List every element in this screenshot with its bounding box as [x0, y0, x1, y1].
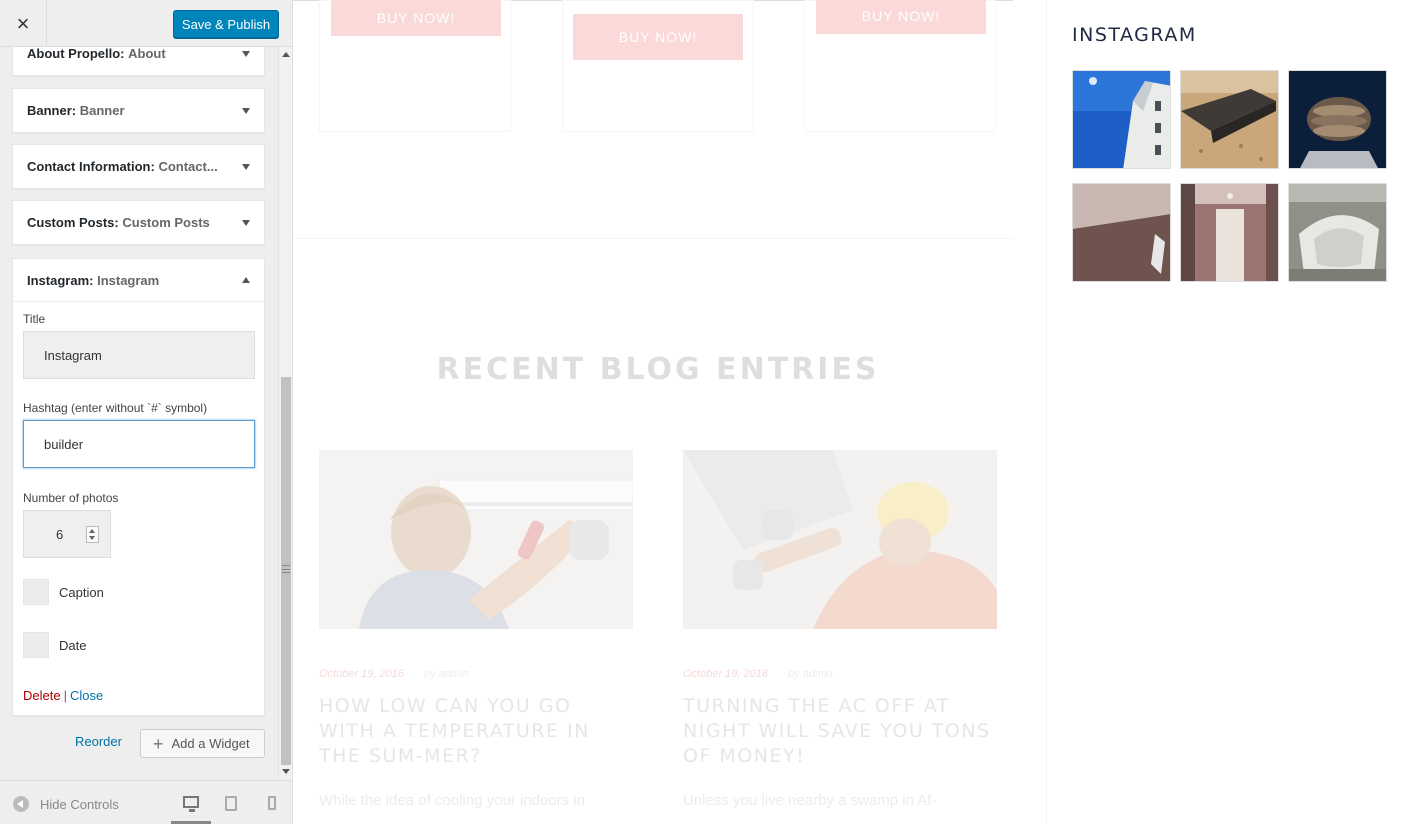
delete-widget-link[interactable]: Delete: [23, 688, 61, 703]
post-meta: October 19, 2016 by admin: [683, 668, 833, 680]
photo-count-label: Number of photos: [23, 491, 119, 505]
post-title[interactable]: TURNING THE AC OFF AT NIGHT WILL SAVE YO…: [683, 694, 997, 769]
widget-instagram: Instagram: Instagram Title Instagram Has…: [12, 258, 265, 716]
instagram-photo[interactable]: [1288, 70, 1387, 169]
widget-header[interactable]: Instagram: Instagram: [13, 259, 264, 302]
pricing-card: BUY NOW!: [562, 0, 754, 132]
close-icon: ×: [16, 10, 30, 36]
hashtag-field[interactable]: builder: [23, 420, 255, 468]
scroll-up-icon[interactable]: [282, 52, 290, 57]
widget-about-propello[interactable]: About Propello: About: [12, 47, 265, 76]
buy-now-button[interactable]: BUY NOW!: [573, 14, 743, 60]
close-widget-link[interactable]: Close: [70, 688, 103, 703]
post-excerpt: Unless you live nearby a swamp in Af-: [683, 792, 937, 809]
scroll-down-icon[interactable]: [282, 769, 290, 774]
caption-checkbox[interactable]: [23, 579, 49, 605]
chevron-down-icon[interactable]: [242, 219, 250, 226]
desktop-preview-icon[interactable]: [183, 796, 199, 812]
widget-header[interactable]: Contact Information: Contact...: [13, 145, 264, 188]
title-label: Title: [23, 312, 46, 326]
title-field[interactable]: Instagram: [23, 331, 255, 379]
stepper-up-icon[interactable]: [89, 529, 95, 533]
reorder-link[interactable]: Reorder: [75, 734, 122, 749]
buy-now-button[interactable]: BUY NOW!: [816, 0, 986, 34]
caption-label: Caption: [59, 585, 104, 600]
post-meta: October 19, 2016 by admin: [319, 668, 469, 680]
buy-now-button[interactable]: BUY NOW!: [331, 0, 501, 36]
plus-icon: +: [153, 733, 164, 754]
add-widget-label: Add a Widget: [171, 736, 250, 751]
widget-header[interactable]: About Propello: About: [13, 47, 264, 75]
post-author[interactable]: by admin: [788, 668, 833, 680]
mobile-preview-icon[interactable]: [268, 796, 276, 810]
widget-contact-information[interactable]: Contact Information: Contact...: [12, 144, 265, 189]
stepper-down-icon[interactable]: [89, 536, 95, 540]
site-preview: BUY NOW! BUY NOW! BUY NOW! RECENT BLOG E…: [293, 0, 1411, 824]
instagram-photo[interactable]: [1180, 183, 1279, 282]
instagram-photo[interactable]: [1288, 183, 1387, 282]
grip-icon: [282, 565, 290, 573]
section-divider: [293, 238, 1013, 239]
widget-header[interactable]: Custom Posts: Custom Posts: [13, 201, 264, 244]
photo-count-value: 6: [56, 527, 64, 542]
customizer-header: × Save & Publish: [0, 0, 292, 47]
widget-banner[interactable]: Banner: Banner: [12, 88, 265, 133]
preview-sidebar: INSTAGRAM: [1046, 0, 1411, 824]
hide-controls-button[interactable]: Hide Controls: [13, 796, 119, 812]
post-image[interactable]: [683, 450, 997, 629]
post-date[interactable]: October 19, 2016: [683, 668, 768, 680]
instagram-photo[interactable]: [1180, 70, 1279, 169]
close-customizer-button[interactable]: ×: [0, 0, 47, 47]
tablet-preview-icon[interactable]: [225, 796, 237, 811]
chevron-up-icon[interactable]: [242, 277, 250, 283]
hide-controls-label: Hide Controls: [40, 796, 119, 812]
panel-scrollbar[interactable]: [278, 47, 292, 780]
widget-actions: Delete | Close: [23, 688, 103, 703]
date-checkbox[interactable]: [23, 632, 49, 658]
photo-count-stepper[interactable]: 6: [23, 510, 111, 558]
blog-section-heading: RECENT BLOG ENTRIES: [436, 352, 880, 387]
post-excerpt: While the idea of cooling your indoors i…: [319, 792, 585, 809]
save-publish-button[interactable]: Save & Publish: [173, 10, 279, 38]
chevron-down-icon[interactable]: [242, 107, 250, 114]
date-label: Date: [59, 638, 87, 653]
customizer-sidebar: × Save & Publish About Propello: About B…: [0, 0, 293, 824]
instagram-photo[interactable]: [1072, 183, 1171, 282]
chevron-down-icon[interactable]: [242, 163, 250, 170]
widgets-panel: About Propello: About Banner: Banner Con…: [0, 47, 278, 780]
post-image[interactable]: [319, 450, 633, 629]
chevron-down-icon[interactable]: [242, 50, 250, 57]
widget-custom-posts[interactable]: Custom Posts: Custom Posts: [12, 200, 265, 245]
action-separator: |: [63, 688, 67, 703]
instagram-photo[interactable]: [1072, 70, 1171, 169]
pricing-card: BUY NOW!: [804, 0, 996, 132]
post-title[interactable]: HOW LOW CAN YOU GO WITH A TEMPERATURE IN…: [319, 694, 633, 769]
instagram-widget-title: INSTAGRAM: [1072, 24, 1197, 46]
scrollbar-thumb[interactable]: [281, 377, 291, 765]
post-author[interactable]: by admin: [424, 668, 469, 680]
stepper-buttons[interactable]: [86, 526, 99, 543]
pricing-card: BUY NOW!: [319, 0, 511, 132]
add-widget-button[interactable]: + Add a Widget: [140, 729, 265, 758]
customizer-footer: Hide Controls: [0, 780, 292, 824]
post-date[interactable]: October 19, 2016: [319, 668, 404, 680]
widget-header[interactable]: Banner: Banner: [13, 89, 264, 132]
collapse-arrow-icon: [13, 796, 29, 812]
hashtag-label: Hashtag (enter without `#` symbol): [23, 401, 208, 415]
